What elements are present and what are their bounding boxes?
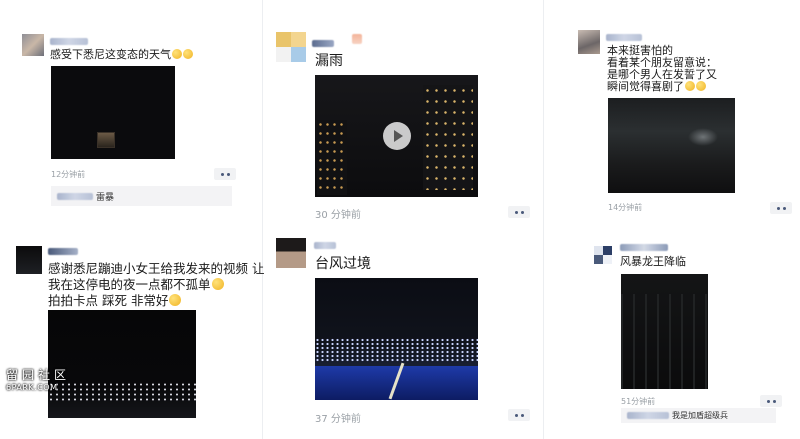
watermark-logo: 留园社区 6PARK.COM: [6, 366, 70, 392]
more-dots-icon: [514, 413, 518, 417]
user-name[interactable]: [48, 248, 78, 255]
comment-text: 雷暴: [96, 192, 115, 203]
more-dots-icon: [776, 206, 780, 210]
post-time: 14分钟前: [608, 203, 643, 212]
post-text: 风暴龙王降临: [620, 255, 686, 268]
avatar[interactable]: [276, 238, 306, 268]
post-card-6: 风暴龙王降临 51分钟前 我是加盾超级兵: [590, 238, 790, 428]
city-skyline: [315, 338, 478, 362]
more-button[interactable]: [508, 206, 530, 218]
emoji-icon: [183, 49, 193, 59]
post-video[interactable]: [315, 75, 478, 197]
commenter-name[interactable]: [57, 192, 93, 200]
post-card-3: 本来挺害怕的 看着某个朋友留意说： 是哪个男人在发誓了又 瞬间觉得喜剧了 14分…: [572, 26, 794, 216]
emoji-icon: [169, 294, 182, 306]
play-icon[interactable]: [382, 122, 411, 150]
post-text: 本来挺害怕的 看着某个朋友留意说： 是哪个男人在发誓了又 瞬间觉得喜剧了: [607, 45, 717, 93]
city-lights: [48, 382, 196, 402]
user-name[interactable]: [314, 242, 336, 249]
fog-glow: [688, 128, 718, 146]
post-time: 12分钟前: [51, 170, 86, 179]
post-text: 台风过境: [315, 256, 371, 272]
comment-text: 我是加盾超级兵: [672, 411, 728, 420]
avatar[interactable]: [578, 30, 600, 54]
post-text-line: 感受下悉尼这变态的天气: [50, 48, 171, 61]
post-card-2: 漏雨 30 分钟前: [272, 26, 534, 226]
avatar[interactable]: [276, 32, 306, 62]
post-photo[interactable]: [48, 310, 196, 418]
post-photo[interactable]: [608, 98, 735, 193]
user-name[interactable]: [312, 40, 334, 47]
more-button[interactable]: [214, 168, 236, 180]
post-time: 51分钟前: [621, 397, 656, 406]
comment-box: 我是加盾超级兵: [621, 408, 776, 423]
post-text: 漏雨: [315, 53, 343, 69]
post-text-line: 拍拍卡点 踩死 非常好: [48, 293, 264, 309]
watermark-en: 6PARK.COM: [6, 383, 58, 392]
column-divider-right: [543, 0, 544, 439]
post-text: 感受下悉尼这变态的天气: [50, 48, 193, 61]
building-lights: [317, 120, 347, 195]
commenter-name[interactable]: [627, 412, 669, 419]
post-text-line: 我在这停电的夜一点都不孤单: [48, 277, 264, 293]
user-name[interactable]: [50, 38, 88, 45]
more-button[interactable]: [760, 395, 782, 407]
post-time: 30 分钟前: [315, 210, 361, 221]
watermark-cn: 留园社区: [6, 368, 71, 382]
post-card-5: 台风过境 37 分钟前: [272, 234, 534, 430]
window-frame: [621, 294, 708, 389]
more-dots-icon: [220, 172, 224, 176]
column-divider-left: [262, 0, 263, 439]
avatar[interactable]: [16, 246, 42, 274]
more-button[interactable]: [508, 409, 530, 421]
more-button[interactable]: [770, 202, 792, 214]
post-photo[interactable]: [315, 278, 478, 400]
avatar[interactable]: [594, 246, 612, 264]
emoji-icon: [211, 278, 224, 290]
emoji-icon: [696, 81, 706, 91]
building-lights: [423, 85, 473, 190]
more-dots-icon: [766, 399, 770, 403]
emoji-icon: [172, 49, 182, 59]
user-name-tag: [352, 34, 362, 44]
post-text: 感谢悉尼蹦迪小女王给我发来的视频 让 我在这停电的夜一点都不孤单 拍拍卡点 踩死…: [48, 261, 264, 309]
user-name[interactable]: [606, 34, 642, 41]
emoji-icon: [685, 81, 695, 91]
post-card-1: 感受下悉尼这变态的天气 12分钟前 雷暴: [14, 26, 246, 211]
post-text-line: 感谢悉尼蹦迪小女王给我发来的视频 让: [48, 261, 265, 276]
post-photo[interactable]: [621, 274, 708, 389]
avatar[interactable]: [22, 34, 44, 56]
post-time: 37 分钟前: [315, 414, 361, 425]
post-text-line: 瞬间觉得喜剧了: [607, 81, 717, 93]
user-name[interactable]: [620, 244, 668, 251]
post-photo[interactable]: [51, 66, 175, 159]
lit-window: [97, 132, 115, 148]
comment-box: 雷暴: [51, 186, 232, 206]
more-dots-icon: [514, 210, 518, 214]
post-card-4: 感谢悉尼蹦迪小女王给我发来的视频 让 我在这停电的夜一点都不孤单 拍拍卡点 踩死…: [8, 238, 264, 428]
